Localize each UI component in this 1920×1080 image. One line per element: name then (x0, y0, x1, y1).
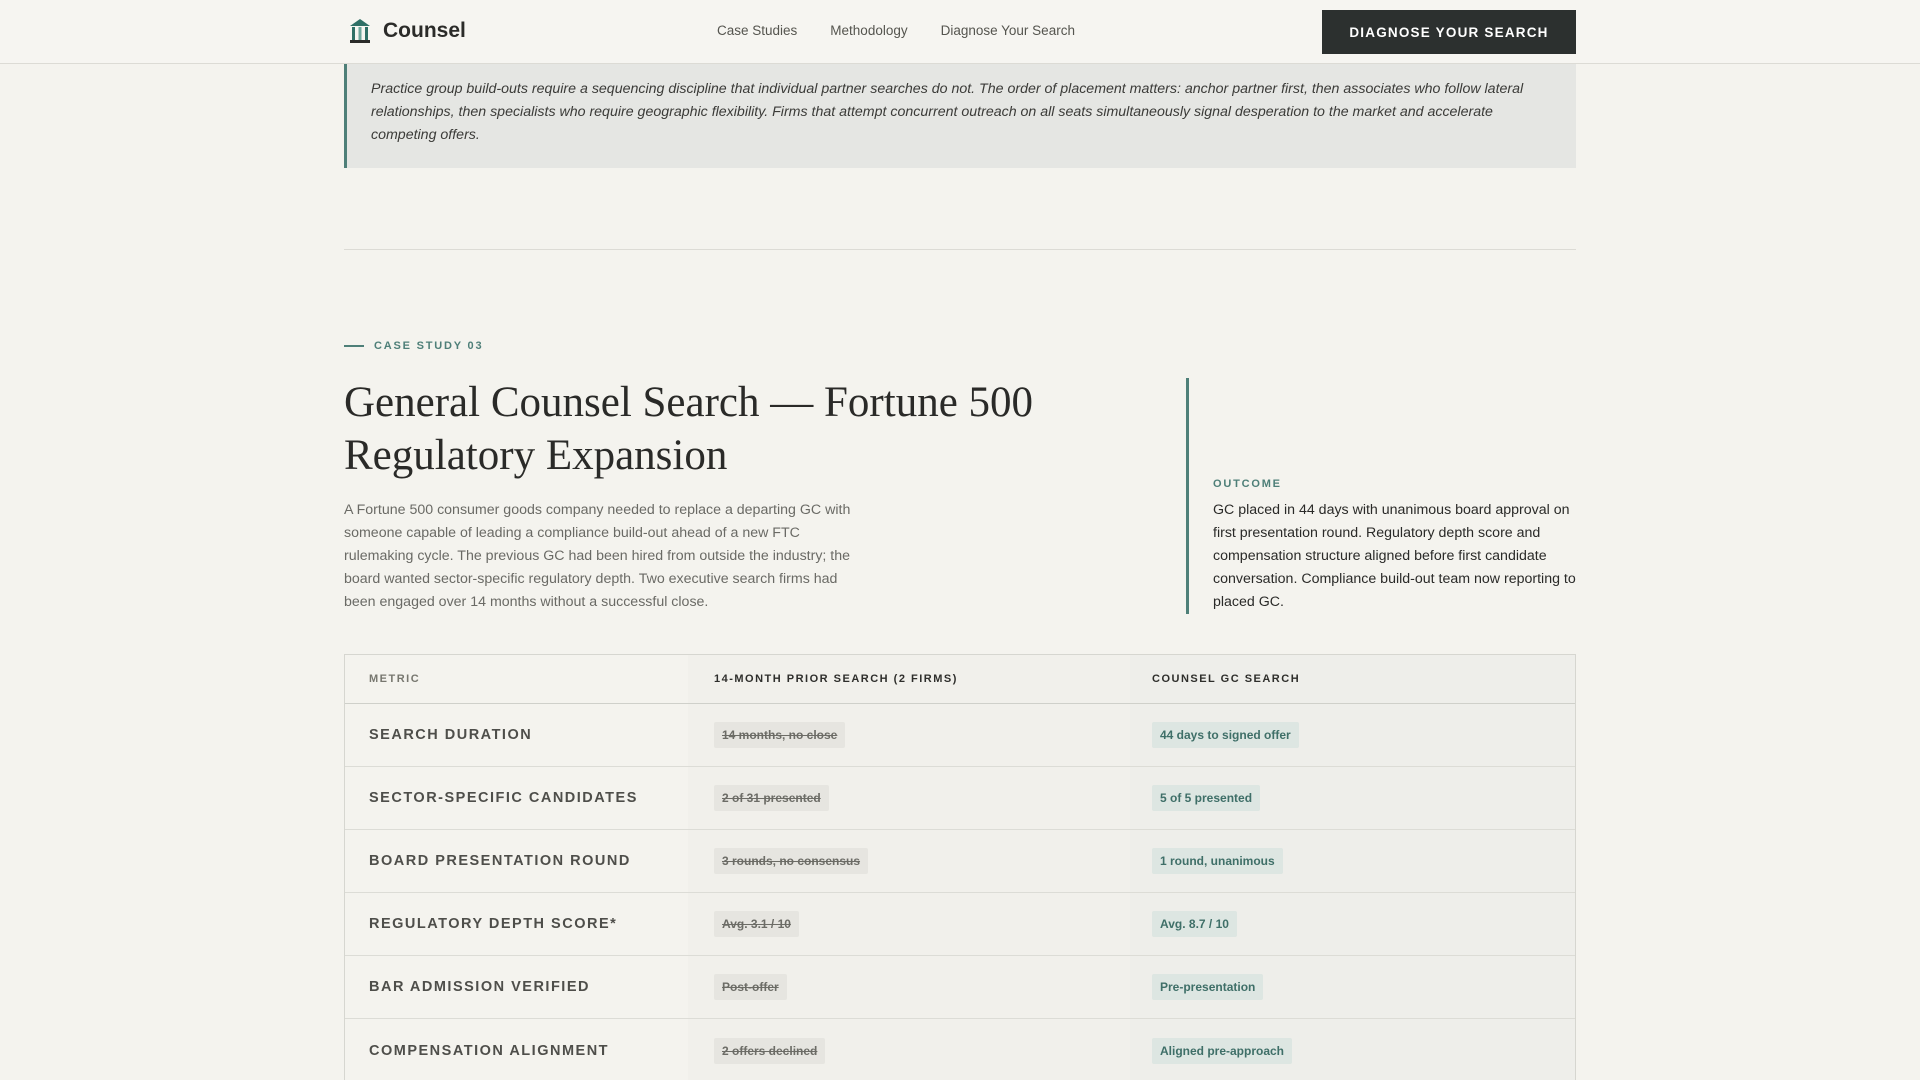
prior-value: 2 offers declined (714, 1037, 826, 1064)
table-header: METRIC 14-MONTH PRIOR SEARCH (2 FIRMS) C… (345, 655, 1575, 704)
case-study-title: General Counsel Search — Fortune 500 Reg… (344, 379, 1034, 479)
outcome-label: OUTCOME (1213, 478, 1282, 490)
case-study-description: A Fortune 500 consumer goods company nee… (344, 502, 851, 610)
metric-label: SEARCH DURATION (369, 727, 533, 743)
prior-value: Post-offer (714, 974, 787, 1000)
brand-logo[interactable]: Counsel (349, 18, 466, 44)
header-metric: METRIC (369, 673, 421, 685)
nav-link-case-studies[interactable]: Case Studies (717, 23, 797, 38)
metric-label: BOARD PRESENTATION ROUND (369, 853, 631, 869)
nav-link-diagnose[interactable]: Diagnose Your Search (941, 23, 1075, 38)
main-nav: Case Studies Methodology Diagnose Your S… (717, 23, 1075, 38)
counsel-value: 44 days to signed offer (1152, 722, 1299, 748)
table-row: COMPENSATION ALIGNMENT 2 offers declined… (345, 1019, 1575, 1080)
section-divider (344, 249, 1576, 250)
counsel-value: Pre-presentation (1152, 974, 1264, 1000)
counsel-value: 1 round, unanimous (1152, 848, 1283, 874)
table-row: REGULATORY DEPTH SCORE* Avg. 3.1 / 10 Av… (345, 893, 1575, 956)
diagnose-search-button[interactable]: DIAGNOSE YOUR SEARCH (1322, 10, 1576, 54)
metric-label: BAR ADMISSION VERIFIED (369, 979, 590, 995)
table-row: BAR ADMISSION VERIFIED Post-offer Pre-pr… (345, 956, 1575, 1019)
outcome-panel: OUTCOME GC placed in 44 days with unanim… (1186, 378, 1576, 614)
kicker-rule (344, 345, 364, 347)
pull-quote-text: Practice group build-outs require a sequ… (371, 81, 1524, 143)
table-row: SECTOR-SPECIFIC CANDIDATES 2 of 31 prese… (345, 767, 1575, 830)
case-study-kicker: CASE STUDY 03 (344, 340, 483, 352)
prior-value: 3 rounds, no consensus (714, 848, 869, 874)
counsel-value: Aligned pre-approach (1152, 1037, 1293, 1064)
table-row: BOARD PRESENTATION ROUND 3 rounds, no co… (345, 830, 1575, 893)
prior-value: 14 months, no close (714, 722, 846, 748)
metric-label: SECTOR-SPECIFIC CANDIDATES (369, 790, 638, 806)
pull-quote: Practice group build-outs require a sequ… (344, 64, 1576, 168)
metric-label: REGULATORY DEPTH SCORE* (369, 916, 618, 932)
outcome-text: GC placed in 44 days with unanimous boar… (1213, 502, 1576, 610)
metric-label: COMPENSATION ALIGNMENT (369, 1042, 610, 1059)
kicker-label: CASE STUDY 03 (374, 340, 484, 352)
site-header: Counsel Case Studies Methodology Diagnos… (0, 0, 1920, 64)
prior-value: Avg. 3.1 / 10 (714, 911, 799, 937)
header-prior-search: 14-MONTH PRIOR SEARCH (2 FIRMS) (688, 655, 1130, 703)
header-counsel-search: COUNSEL GC SEARCH (1130, 655, 1575, 703)
nav-link-methodology[interactable]: Methodology (830, 23, 907, 38)
brand-name: Counsel (383, 19, 466, 42)
comparison-table: METRIC 14-MONTH PRIOR SEARCH (2 FIRMS) C… (344, 654, 1576, 1080)
counsel-value: Avg. 8.7 / 10 (1152, 911, 1237, 937)
counsel-value: 5 of 5 presented (1152, 785, 1261, 811)
pillars-logo-icon (350, 19, 370, 43)
prior-value: 2 of 31 presented (714, 785, 829, 811)
table-row: SEARCH DURATION 14 months, no close 44 d… (345, 704, 1575, 767)
